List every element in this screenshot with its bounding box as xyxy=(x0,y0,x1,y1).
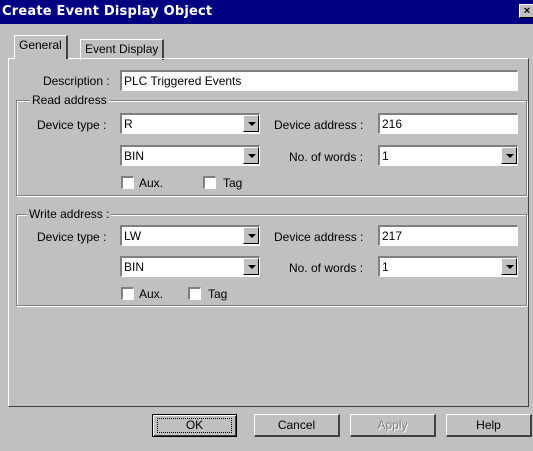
read-tag-checkbox[interactable] xyxy=(203,176,216,189)
read-device-type-select[interactable]: R xyxy=(120,113,260,134)
read-words-value: 1 xyxy=(382,149,389,163)
write-address-title: Write address : xyxy=(27,207,112,221)
read-device-address-label: Device address : xyxy=(274,118,364,132)
window-title: Create Event Display Object xyxy=(2,4,213,19)
read-aux-label: Aux. xyxy=(139,176,164,190)
description-label: Description : xyxy=(43,74,110,88)
write-device-address-input[interactable]: 217 xyxy=(378,225,518,246)
tab-event-display[interactable]: Event Display xyxy=(80,39,165,60)
read-device-type-value: R xyxy=(124,117,133,131)
chevron-down-icon[interactable] xyxy=(243,115,259,132)
chevron-down-icon[interactable] xyxy=(243,147,259,164)
write-words-value: 1 xyxy=(382,260,389,274)
apply-button[interactable]: Apply xyxy=(350,414,436,437)
write-words-select[interactable]: 1 xyxy=(378,256,518,277)
chevron-down-icon[interactable] xyxy=(243,227,259,244)
focus-rect xyxy=(157,418,232,433)
read-device-address-input[interactable]: 216 xyxy=(378,113,518,134)
read-tag-label: Tag xyxy=(223,176,243,190)
read-aux-checkbox[interactable] xyxy=(121,176,134,189)
title-bar: Create Event Display Object × xyxy=(0,0,533,24)
write-words-label: No. of words : xyxy=(289,261,364,275)
write-device-type-select[interactable]: LW xyxy=(120,225,260,246)
write-device-type-label: Device type : xyxy=(37,230,107,244)
write-tag-checkbox[interactable] xyxy=(188,287,201,300)
ok-button[interactable]: OK xyxy=(152,414,237,437)
write-device-type-value: LW xyxy=(124,229,142,243)
cancel-button[interactable]: Cancel xyxy=(254,414,340,437)
help-button-label: Help xyxy=(476,418,501,432)
write-tag-label: Tag xyxy=(208,287,228,301)
write-aux-label: Aux. xyxy=(139,287,164,301)
read-words-select[interactable]: 1 xyxy=(378,145,518,166)
read-format-select[interactable]: BIN xyxy=(120,145,260,166)
cancel-button-label: Cancel xyxy=(277,418,316,432)
write-device-address-label: Device address : xyxy=(274,230,364,244)
write-format-value: BIN xyxy=(124,260,145,274)
apply-button-label: Apply xyxy=(377,418,408,432)
write-format-select[interactable]: BIN xyxy=(120,256,260,277)
chevron-down-icon[interactable] xyxy=(243,258,259,275)
read-format-value: BIN xyxy=(124,149,145,163)
chevron-down-icon[interactable] xyxy=(501,258,517,275)
read-words-label: No. of words : xyxy=(289,150,364,164)
close-button[interactable]: × xyxy=(519,4,533,18)
read-device-type-label: Device type : xyxy=(37,118,107,132)
tab-general[interactable]: General xyxy=(14,35,68,59)
write-aux-checkbox[interactable] xyxy=(121,287,134,300)
chevron-down-icon[interactable] xyxy=(501,147,517,164)
help-button[interactable]: Help xyxy=(446,414,532,437)
description-input[interactable]: PLC Triggered Events xyxy=(120,70,518,91)
read-address-title: Read address xyxy=(30,93,109,107)
